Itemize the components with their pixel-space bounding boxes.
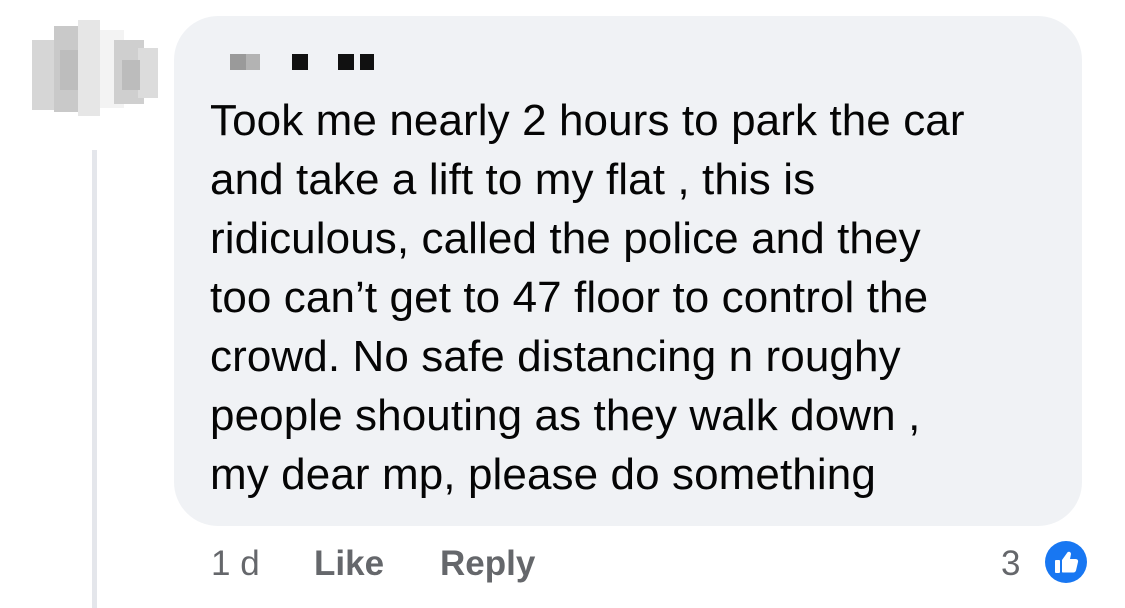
thumbs-up-icon [1045, 541, 1087, 583]
timestamp[interactable]: 1 d [211, 544, 260, 584]
comment-line: too can’t get to 47 floor to control the [210, 273, 929, 322]
avatar[interactable] [30, 20, 160, 120]
comment-line: crowd. No safe distancing n roughy [210, 332, 901, 381]
comment-line: my dear mp, please do something [210, 450, 876, 499]
comment-line: people shouting as they walk down , [210, 391, 921, 440]
reaction-badge[interactable] [1042, 538, 1090, 586]
comment-line: and take a lift to my flat , this is [210, 155, 816, 204]
reply-button[interactable]: Reply [440, 544, 535, 584]
comment-line: ridiculous, called the police and they [210, 214, 921, 263]
reaction-count[interactable]: 3 [1001, 544, 1020, 584]
thread-line [92, 150, 97, 608]
comment-line: Took me nearly 2 hours to park the car [210, 96, 965, 145]
comment-text: Took me nearly 2 hours to park the car a… [210, 91, 1070, 504]
comment-actions: 1 d Like Reply 3 [0, 544, 1125, 588]
author-name-redacted[interactable] [230, 54, 400, 70]
like-button[interactable]: Like [314, 544, 384, 584]
